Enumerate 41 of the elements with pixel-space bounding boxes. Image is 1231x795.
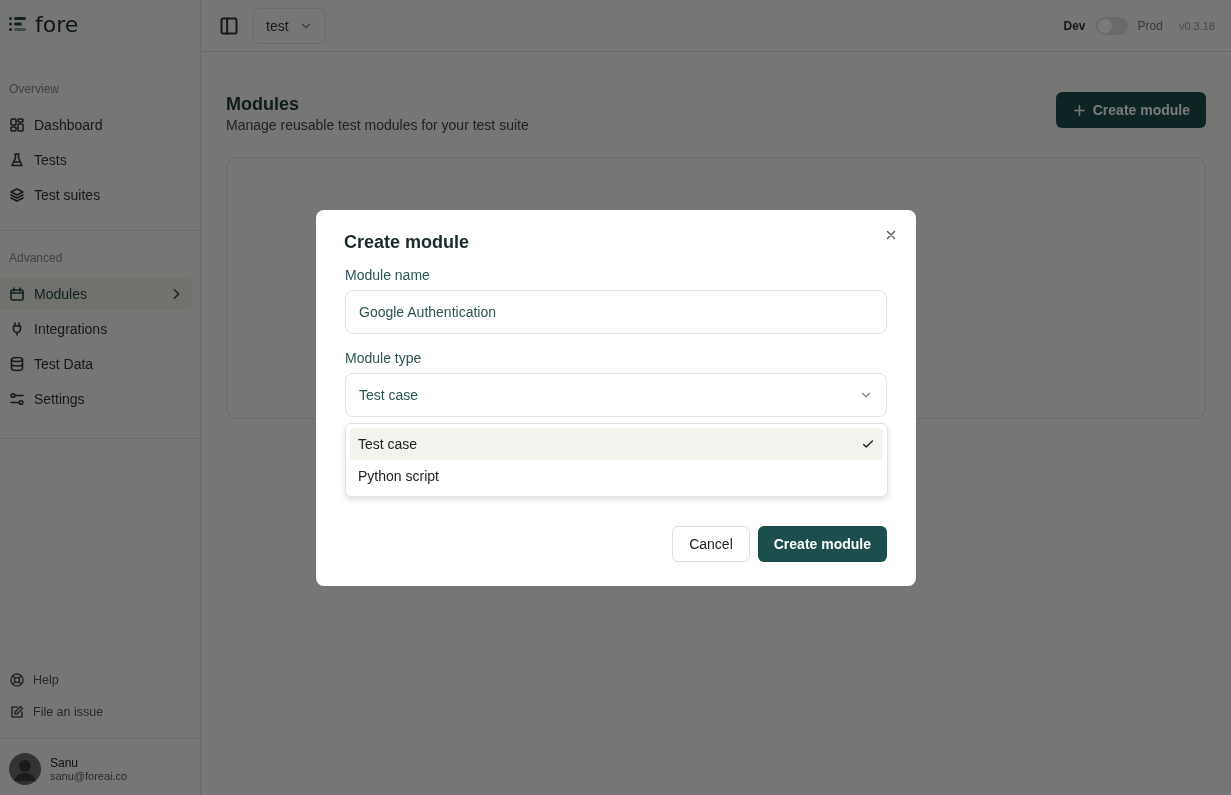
sidebar-item[interactable]: Settings — [0, 383, 192, 415]
edit-icon — [9, 704, 25, 720]
page-subtitle: Manage reusable test modules for your test suite — [226, 117, 529, 133]
grid-icon — [9, 117, 25, 133]
cancel-button[interactable]: Cancel — [672, 526, 750, 562]
sidebar-item[interactable]: Test Data — [0, 348, 192, 380]
brand-name: fore — [35, 11, 79, 37]
plus-icon — [1071, 102, 1087, 118]
sidebar-link[interactable]: File an issue — [0, 696, 200, 728]
select-field[interactable]: Test case — [345, 373, 887, 417]
sidebar-item[interactable]: Modules — [0, 278, 192, 310]
create-module-button[interactable]: Create module — [1055, 92, 1206, 128]
environment-label: Prod — [1137, 18, 1163, 33]
field-label: Module name — [345, 267, 431, 283]
dropdown-option[interactable]: Python script — [350, 460, 883, 492]
dropdown-option[interactable]: Test case — [350, 428, 883, 460]
sliders-icon — [9, 391, 25, 407]
sidebar-item[interactable]: Tests — [0, 144, 192, 176]
user-email: sanu@foreai.co — [50, 770, 128, 782]
dialog-title: Create module — [344, 232, 471, 253]
project-dropdown[interactable]: test — [253, 7, 326, 44]
sidebar-item[interactable]: Test suites — [0, 179, 192, 211]
close-icon — [884, 228, 898, 242]
sidebar-item[interactable]: Dashboard — [0, 109, 192, 141]
layers-icon — [9, 187, 25, 203]
lifebuoy-icon — [9, 672, 25, 688]
check-icon — [861, 437, 875, 451]
text-field[interactable]: Google Authentication — [345, 290, 887, 334]
sidebar-item[interactable]: Integrations — [0, 313, 192, 345]
calendar-icon — [9, 286, 25, 302]
database-icon — [9, 356, 25, 372]
avatar — [9, 753, 41, 785]
sidebar-link[interactable]: Help — [0, 664, 200, 696]
user-name: Sanu — [50, 756, 80, 770]
logo-icon — [9, 16, 27, 32]
flask-icon — [9, 152, 25, 168]
panel-icon — [219, 15, 239, 36]
page-title: Modules — [226, 94, 300, 115]
environment-label: Dev — [1063, 18, 1086, 33]
field-label: Module type — [345, 350, 423, 366]
create-button[interactable]: Create module — [757, 526, 887, 562]
